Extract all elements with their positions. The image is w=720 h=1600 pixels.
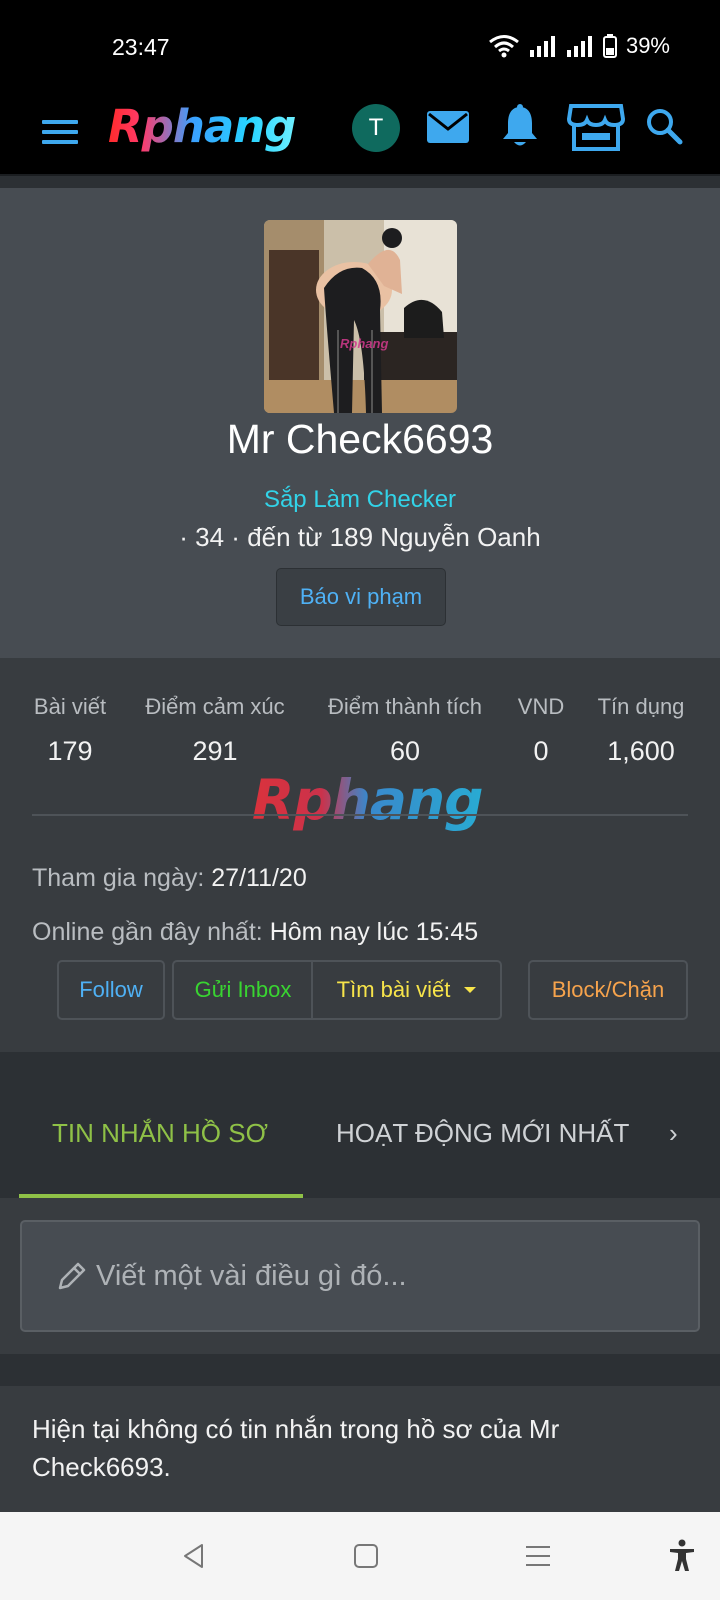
joined-value: 27/11/20: [211, 864, 307, 892]
stat-vnd[interactable]: VND 0: [515, 694, 567, 767]
back-button[interactable]: [168, 1530, 220, 1582]
store-button[interactable]: [566, 100, 626, 154]
pencil-icon: [58, 1262, 86, 1290]
joined-row: Tham gia ngày: 27/11/20: [32, 864, 307, 893]
home-icon: [354, 1544, 378, 1568]
wifi-icon: [489, 35, 519, 58]
status-time: 23:47: [112, 34, 170, 60]
stat-credit[interactable]: Tín dụng 1,600: [594, 694, 688, 767]
last-online-label: Online gần đây nhất:: [32, 918, 263, 946]
empty-profile-posts: Hiện tại không có tin nhắn trong hồ sơ c…: [0, 1386, 720, 1512]
profile-post-input[interactable]: [96, 1259, 656, 1293]
status-bar: 23:47 39%: [0, 0, 720, 92]
signal-icon-2: [566, 36, 592, 57]
recents-icon: [526, 1546, 550, 1566]
profile-stats: Bài viết 179 Điểm cảm xúc 291 Điểm thành…: [0, 658, 720, 1052]
stat-value: 60: [389, 736, 421, 766]
stat-value: 179: [47, 736, 93, 766]
stat-label: Bài viết: [33, 694, 107, 719]
signal-icon: [529, 36, 555, 57]
find-posts-button[interactable]: Tìm bài viết: [311, 960, 502, 1020]
site-watermark: Rphang: [252, 768, 484, 832]
composer[interactable]: [20, 1220, 700, 1332]
site-logo[interactable]: Rphang: [108, 100, 297, 153]
store-icon: [567, 104, 625, 151]
status-icons: 39%: [488, 33, 670, 59]
avatar[interactable]: T: [352, 104, 400, 152]
inbox-button[interactable]: [425, 106, 471, 148]
divider: [32, 814, 688, 816]
recents-button[interactable]: [512, 1530, 564, 1582]
search-icon: [647, 109, 683, 145]
empty-message: Hiện tại không có tin nhắn trong hồ sơ c…: [32, 1414, 560, 1482]
battery-icon: [602, 34, 617, 58]
accessibility-button[interactable]: [656, 1530, 708, 1582]
envelope-icon: [427, 111, 469, 143]
caret-down-icon: [464, 987, 477, 993]
stat-label: Điểm cảm xúc: [145, 694, 285, 719]
photo-watermark: Rphang: [340, 336, 389, 351]
stat-reactions[interactable]: Điểm cảm xúc 291: [138, 694, 292, 767]
tab-latest-activity[interactable]: HOẠT ĐỘNG MỚI NHẤT: [336, 1118, 629, 1149]
profile-username: Mr Check6693: [226, 416, 494, 462]
accessibility-icon: [670, 1539, 694, 1571]
profile-card: Rphang Mr Check6693 Sắp Làm Checker · 34…: [0, 188, 720, 658]
home-button[interactable]: [340, 1530, 392, 1582]
stat-value: 1,600: [607, 736, 675, 766]
profile-tabs: TIN NHẮN HỒ SƠ HOẠT ĐỘNG MỚI NHẤT ›: [0, 1052, 720, 1198]
last-online-value: Hôm nay lúc 15:45: [269, 918, 479, 946]
tab-profile-posts[interactable]: TIN NHẮN HỒ SƠ: [52, 1118, 268, 1149]
send-inbox-button[interactable]: Gửi Inbox: [172, 960, 312, 1020]
bell-icon: [503, 104, 537, 146]
joined-label: Tham gia ngày:: [32, 864, 205, 892]
back-icon: [184, 1544, 203, 1568]
follow-button[interactable]: Follow: [57, 960, 165, 1020]
app-header: Rphang T: [0, 92, 720, 176]
menu-button[interactable]: [38, 110, 82, 154]
stat-value: 291: [192, 736, 238, 766]
composer-section: [0, 1198, 720, 1354]
stat-trophies[interactable]: Điểm thành tích 60: [319, 694, 491, 767]
notifications-button[interactable]: [497, 102, 543, 150]
system-nav-bar: [0, 1512, 720, 1600]
block-button[interactable]: Block/Chặn: [528, 960, 688, 1020]
stat-label: Tín dụng: [597, 694, 685, 719]
hamburger-icon: [42, 120, 78, 144]
profile-photo[interactable]: Rphang: [264, 220, 457, 413]
search-button[interactable]: [642, 104, 686, 148]
stat-posts[interactable]: Bài viết 179: [32, 694, 108, 767]
find-posts-label: Tìm bài viết: [336, 977, 451, 1002]
stat-label: Điểm thành tích: [327, 694, 483, 719]
profile-photo-image: [264, 220, 457, 413]
stat-label: VND: [517, 694, 565, 719]
last-online-row: Online gần đây nhất: Hôm nay lúc 15:45: [32, 918, 478, 947]
stat-value: 0: [533, 736, 549, 766]
report-button[interactable]: Báo vi phạm: [276, 568, 446, 626]
chevron-right-icon[interactable]: ›: [669, 1118, 678, 1149]
battery-percent: 39%: [625, 33, 670, 58]
user-info: · 34 · đến từ 189 Nguyễn Oanh: [179, 522, 541, 552]
user-title: Sắp Làm Checker: [263, 486, 457, 513]
